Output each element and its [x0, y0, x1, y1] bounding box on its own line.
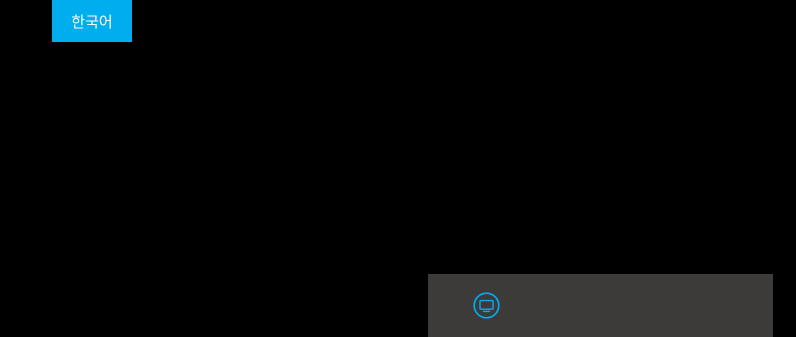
tv-icon[interactable] [473, 292, 500, 319]
language-button[interactable]: 한국어 [52, 0, 132, 42]
bottom-panel [428, 274, 773, 337]
page: 한국어 [0, 0, 796, 337]
